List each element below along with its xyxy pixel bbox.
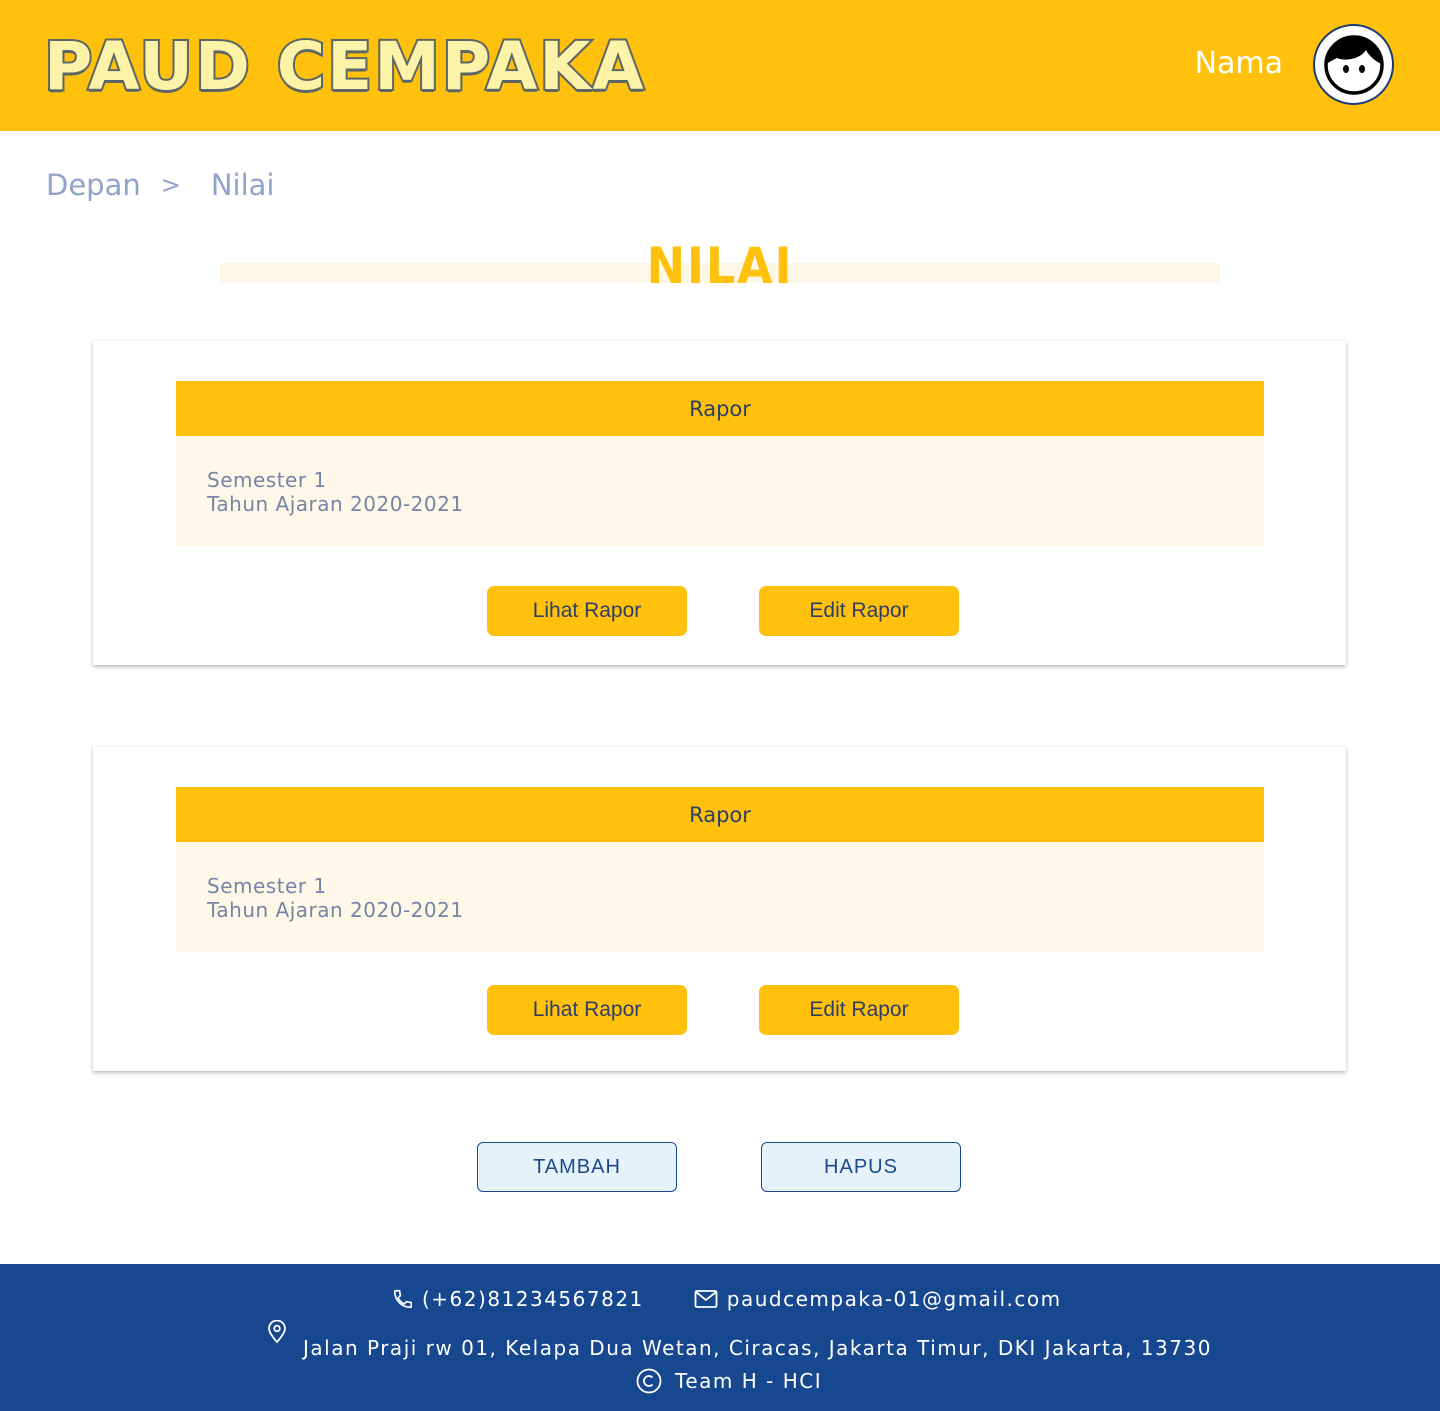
report-card-header: Rapor <box>176 381 1264 436</box>
report-card-body: Semester 1 Tahun Ajaran 2020-2021 <box>176 436 1264 546</box>
report-card: Rapor Semester 1 Tahun Ajaran 2020-2021 … <box>93 341 1346 665</box>
site-header: PAUD CEMPAKA Nama <box>0 0 1440 131</box>
site-logo[interactable]: PAUD CEMPAKA <box>42 22 646 112</box>
boy-face-icon <box>1323 34 1384 95</box>
location-pin-icon <box>268 1320 286 1344</box>
page-title-wrapper: NILAI <box>600 236 840 283</box>
delete-button[interactable]: HAPUS <box>761 1142 961 1192</box>
report-card-body: Semester 1 Tahun Ajaran 2020-2021 <box>176 842 1264 952</box>
footer-email[interactable]: paudcempaka-01@gmail.com <box>727 1287 1062 1311</box>
edit-report-button[interactable]: Edit Rapor <box>759 586 959 636</box>
report-semester: Semester 1 <box>207 468 327 492</box>
footer-credit: Team H - HCI <box>675 1369 823 1393</box>
footer-address: Jalan Praji rw 01, Kelapa Dua Wetan, Cir… <box>303 1336 1212 1360</box>
view-report-button[interactable]: Lihat Rapor <box>487 985 687 1035</box>
breadcrumb: Depan > Nilai <box>46 168 274 202</box>
footer-phone[interactable]: (+62)81234567821 <box>422 1287 644 1311</box>
footer-address-row: Jalan Praji rw 01, Kelapa Dua Wetan, Cir… <box>266 1316 1212 1360</box>
edit-report-button[interactable]: Edit Rapor <box>759 985 959 1035</box>
breadcrumb-home[interactable]: Depan <box>46 168 141 202</box>
view-report-button[interactable]: Lihat Rapor <box>487 586 687 636</box>
footer-contact-row: (+62)81234567821 paudcempaka-01@gmail.co… <box>392 1287 1062 1311</box>
breadcrumb-current: Nilai <box>210 168 275 202</box>
report-semester: Semester 1 <box>207 874 327 898</box>
copyright-icon <box>636 1368 662 1394</box>
report-year: Tahun Ajaran 2020-2021 <box>207 492 464 516</box>
phone-icon <box>393 1289 413 1309</box>
user-name[interactable]: Nama <box>1195 44 1283 84</box>
page-title: NILAI <box>646 237 794 283</box>
mail-icon <box>694 1290 718 1308</box>
breadcrumb-separator: > <box>160 171 181 199</box>
footer-credit-row: Team H - HCI <box>636 1368 822 1394</box>
user-avatar[interactable] <box>1313 24 1394 105</box>
add-button[interactable]: TAMBAH <box>477 1142 677 1192</box>
site-footer: (+62)81234567821 paudcempaka-01@gmail.co… <box>0 1264 1440 1411</box>
report-card: Rapor Semester 1 Tahun Ajaran 2020-2021 … <box>93 747 1346 1071</box>
report-year: Tahun Ajaran 2020-2021 <box>207 898 464 922</box>
report-card-header: Rapor <box>176 787 1264 842</box>
